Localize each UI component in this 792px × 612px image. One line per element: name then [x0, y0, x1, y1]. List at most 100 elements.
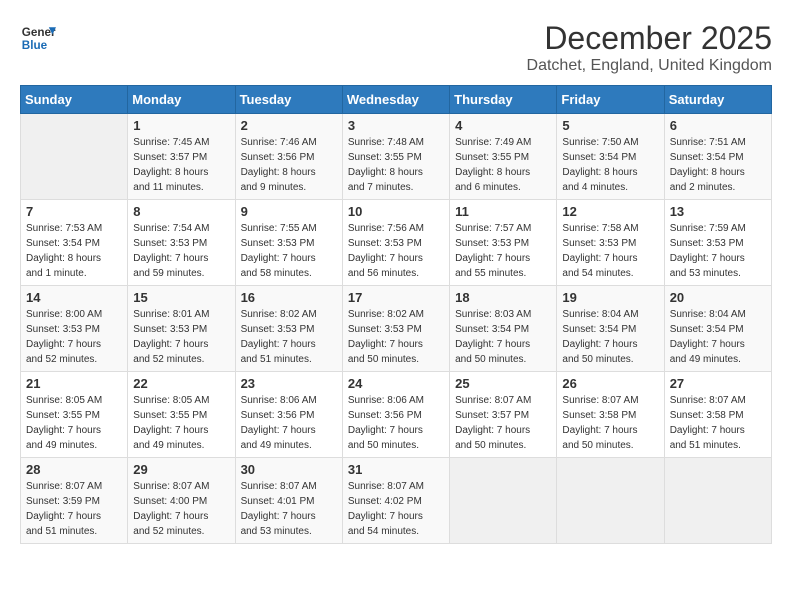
calendar-cell [557, 458, 664, 544]
day-info: Sunrise: 8:07 AM Sunset: 4:00 PM Dayligh… [133, 479, 229, 539]
calendar-cell: 28 Sunrise: 8:07 AM Sunset: 3:59 PM Dayli… [21, 458, 128, 544]
logo: General Blue [20, 20, 56, 56]
day-info: Sunrise: 7:54 AM Sunset: 3:53 PM Dayligh… [133, 221, 229, 281]
calendar-week-5: 28 Sunrise: 8:07 AM Sunset: 3:59 PM Dayli… [21, 458, 772, 544]
calendar-cell: 20 Sunrise: 8:04 AM Sunset: 3:54 PM Dayli… [664, 286, 771, 372]
day-number: 8 [133, 204, 229, 219]
day-number: 18 [455, 290, 551, 305]
day-header-friday: Friday [557, 86, 664, 114]
day-number: 4 [455, 118, 551, 133]
calendar-cell: 2 Sunrise: 7:46 AM Sunset: 3:56 PM Daylig… [235, 114, 342, 200]
calendar-week-4: 21 Sunrise: 8:05 AM Sunset: 3:55 PM Dayli… [21, 372, 772, 458]
day-number: 31 [348, 462, 444, 477]
day-info: Sunrise: 7:58 AM Sunset: 3:53 PM Dayligh… [562, 221, 658, 281]
title-block: December 2025 Datchet, England, United K… [527, 20, 772, 75]
header-row: SundayMondayTuesdayWednesdayThursdayFrid… [21, 86, 772, 114]
calendar-cell: 6 Sunrise: 7:51 AM Sunset: 3:54 PM Daylig… [664, 114, 771, 200]
calendar-cell: 11 Sunrise: 7:57 AM Sunset: 3:53 PM Dayli… [450, 200, 557, 286]
day-number: 23 [241, 376, 337, 391]
day-header-monday: Monday [128, 86, 235, 114]
calendar-cell: 4Sunrise: 7:49 AM Sunset: 3:55 PM Daylig… [450, 114, 557, 200]
calendar-cell: 31 Sunrise: 8:07 AM Sunset: 4:02 PM Dayli… [342, 458, 449, 544]
day-info: Sunrise: 8:04 AM Sunset: 3:54 PM Dayligh… [562, 307, 658, 367]
day-number: 28 [26, 462, 122, 477]
day-number: 2 [241, 118, 337, 133]
day-info: Sunrise: 7:50 AM Sunset: 3:54 PM Dayligh… [562, 135, 658, 195]
day-info: Sunrise: 7:51 AM Sunset: 3:54 PM Dayligh… [670, 135, 766, 195]
calendar-cell: 25 Sunrise: 8:07 AM Sunset: 3:57 PM Dayli… [450, 372, 557, 458]
day-info: Sunrise: 7:55 AM Sunset: 3:53 PM Dayligh… [241, 221, 337, 281]
calendar-week-3: 14 Sunrise: 8:00 AM Sunset: 3:53 PM Dayli… [21, 286, 772, 372]
day-info: Sunrise: 7:57 AM Sunset: 3:53 PM Dayligh… [455, 221, 551, 281]
day-info: Sunrise: 8:06 AM Sunset: 3:56 PM Dayligh… [348, 393, 444, 453]
calendar-cell: 21Sunrise: 8:05 AM Sunset: 3:55 PM Dayli… [21, 372, 128, 458]
day-info: Sunrise: 7:56 AM Sunset: 3:53 PM Dayligh… [348, 221, 444, 281]
day-number: 24 [348, 376, 444, 391]
day-header-wednesday: Wednesday [342, 86, 449, 114]
calendar-cell [664, 458, 771, 544]
calendar-cell: 29Sunrise: 8:07 AM Sunset: 4:00 PM Dayli… [128, 458, 235, 544]
day-info: Sunrise: 8:05 AM Sunset: 3:55 PM Dayligh… [133, 393, 229, 453]
day-header-tuesday: Tuesday [235, 86, 342, 114]
day-info: Sunrise: 8:06 AM Sunset: 3:56 PM Dayligh… [241, 393, 337, 453]
calendar-cell: 22 Sunrise: 8:05 AM Sunset: 3:55 PM Dayli… [128, 372, 235, 458]
day-number: 16 [241, 290, 337, 305]
day-info: Sunrise: 7:45 AM Sunset: 3:57 PM Dayligh… [133, 135, 229, 195]
calendar-cell: 3 Sunrise: 7:48 AM Sunset: 3:55 PM Daylig… [342, 114, 449, 200]
day-number: 26 [562, 376, 658, 391]
day-number: 15 [133, 290, 229, 305]
day-info: Sunrise: 8:07 AM Sunset: 3:57 PM Dayligh… [455, 393, 551, 453]
calendar-cell: 14 Sunrise: 8:00 AM Sunset: 3:53 PM Dayli… [21, 286, 128, 372]
day-number: 1 [133, 118, 229, 133]
calendar-cell: 5 Sunrise: 7:50 AM Sunset: 3:54 PM Daylig… [557, 114, 664, 200]
day-info: Sunrise: 7:59 AM Sunset: 3:53 PM Dayligh… [670, 221, 766, 281]
day-header-saturday: Saturday [664, 86, 771, 114]
day-number: 25 [455, 376, 551, 391]
day-info: Sunrise: 8:07 AM Sunset: 3:59 PM Dayligh… [26, 479, 122, 539]
calendar-cell: 7Sunrise: 7:53 AM Sunset: 3:54 PM Daylig… [21, 200, 128, 286]
calendar-cell: 10 Sunrise: 7:56 AM Sunset: 3:53 PM Dayli… [342, 200, 449, 286]
day-info: Sunrise: 8:03 AM Sunset: 3:54 PM Dayligh… [455, 307, 551, 367]
day-number: 12 [562, 204, 658, 219]
day-info: Sunrise: 8:07 AM Sunset: 4:02 PM Dayligh… [348, 479, 444, 539]
day-number: 20 [670, 290, 766, 305]
day-number: 11 [455, 204, 551, 219]
calendar-cell: 17Sunrise: 8:02 AM Sunset: 3:53 PM Dayli… [342, 286, 449, 372]
day-info: Sunrise: 8:04 AM Sunset: 3:54 PM Dayligh… [670, 307, 766, 367]
day-info: Sunrise: 7:48 AM Sunset: 3:55 PM Dayligh… [348, 135, 444, 195]
day-number: 30 [241, 462, 337, 477]
calendar-table: SundayMondayTuesdayWednesdayThursdayFrid… [20, 85, 772, 544]
day-info: Sunrise: 8:07 AM Sunset: 4:01 PM Dayligh… [241, 479, 337, 539]
calendar-cell: 26Sunrise: 8:07 AM Sunset: 3:58 PM Dayli… [557, 372, 664, 458]
calendar-cell: 8 Sunrise: 7:54 AM Sunset: 3:53 PM Daylig… [128, 200, 235, 286]
day-number: 6 [670, 118, 766, 133]
calendar-cell: 24 Sunrise: 8:06 AM Sunset: 3:56 PM Dayli… [342, 372, 449, 458]
day-number: 3 [348, 118, 444, 133]
day-number: 22 [133, 376, 229, 391]
day-info: Sunrise: 8:07 AM Sunset: 3:58 PM Dayligh… [670, 393, 766, 453]
calendar-cell: 9 Sunrise: 7:55 AM Sunset: 3:53 PM Daylig… [235, 200, 342, 286]
day-number: 17 [348, 290, 444, 305]
location-subtitle: Datchet, England, United Kingdom [527, 57, 772, 75]
day-number: 9 [241, 204, 337, 219]
day-number: 27 [670, 376, 766, 391]
day-number: 21 [26, 376, 122, 391]
svg-text:Blue: Blue [22, 39, 48, 52]
calendar-cell [450, 458, 557, 544]
month-title: December 2025 [527, 20, 772, 57]
logo-icon: General Blue [20, 20, 56, 56]
calendar-cell: 23 Sunrise: 8:06 AM Sunset: 3:56 PM Dayli… [235, 372, 342, 458]
day-info: Sunrise: 8:00 AM Sunset: 3:53 PM Dayligh… [26, 307, 122, 367]
calendar-week-1: 1 Sunrise: 7:45 AM Sunset: 3:57 PM Daylig… [21, 114, 772, 200]
day-info: Sunrise: 8:01 AM Sunset: 3:53 PM Dayligh… [133, 307, 229, 367]
day-number: 13 [670, 204, 766, 219]
day-header-sunday: Sunday [21, 86, 128, 114]
day-info: Sunrise: 8:02 AM Sunset: 3:53 PM Dayligh… [241, 307, 337, 367]
calendar-cell: 1 Sunrise: 7:45 AM Sunset: 3:57 PM Daylig… [128, 114, 235, 200]
day-number: 10 [348, 204, 444, 219]
calendar-cell: 27 Sunrise: 8:07 AM Sunset: 3:58 PM Dayli… [664, 372, 771, 458]
day-number: 14 [26, 290, 122, 305]
day-info: Sunrise: 7:46 AM Sunset: 3:56 PM Dayligh… [241, 135, 337, 195]
day-number: 5 [562, 118, 658, 133]
calendar-cell: 12 Sunrise: 7:58 AM Sunset: 3:53 PM Dayli… [557, 200, 664, 286]
